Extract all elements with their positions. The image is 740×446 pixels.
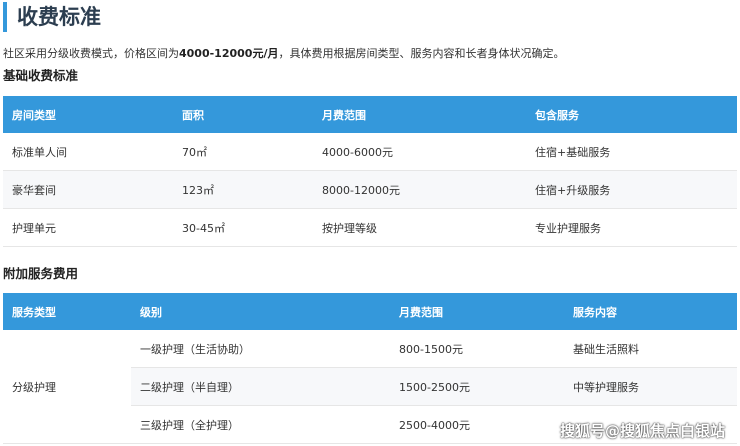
cell: 4000-6000元 xyxy=(313,133,526,171)
cell: 8000-12000元 xyxy=(313,170,526,209)
watermark: 搜狐号@搜狐焦点白银站 xyxy=(560,422,726,440)
table-row: 护理单元 30-45㎡ 按护理等级 专业护理服务 xyxy=(3,208,737,247)
table-header: 房间类型 面积 月费范围 包含服务 xyxy=(3,96,737,133)
cell: 专业护理服务 xyxy=(526,208,737,247)
col-header: 面积 xyxy=(173,96,313,133)
cell: 2500-4000元 xyxy=(390,405,564,444)
table-row: 分级护理 一级护理（生活协助） 800-1500元 基础生活照料 xyxy=(3,330,737,444)
cell: 123㎡ xyxy=(173,170,313,209)
cell: 住宿+基础服务 xyxy=(526,133,737,171)
cell: 三级护理（全护理） xyxy=(131,405,390,444)
cell: 一级护理（生活协助） xyxy=(131,330,390,368)
cell: 按护理等级 xyxy=(313,208,526,247)
page-title: 收费标准 xyxy=(3,2,101,32)
cell: 豪华套间 xyxy=(3,170,173,209)
price-range: 4000-12000元/月 xyxy=(179,47,279,60)
desc-text: 社区采用分级收费模式，价格区间为 xyxy=(3,47,179,60)
col-header: 服务类型 xyxy=(3,293,131,330)
col-header: 包含服务 xyxy=(526,96,737,133)
group-cell: 分级护理 xyxy=(3,330,131,444)
col-header: 月费范围 xyxy=(313,96,526,133)
cell: 标准单人间 xyxy=(3,133,173,171)
cell: 基础生活照料 xyxy=(564,330,737,368)
col-header: 服务内容 xyxy=(564,293,737,330)
basic-fee-table: 房间类型 面积 月费范围 包含服务 标准单人间 70㎡ 4000-6000元 住宿+基… xyxy=(3,96,737,247)
table-row: 豪华套间 123㎡ 8000-12000元 住宿+升级服务 xyxy=(3,170,737,209)
cell: 800-1500元 xyxy=(390,330,564,368)
basic-fee-heading: 基础收费标准 xyxy=(3,68,79,83)
cell: 住宿+升级服务 xyxy=(526,170,737,209)
cell: 护理单元 xyxy=(3,208,173,247)
col-header: 月费范围 xyxy=(390,293,564,330)
extra-fee-heading: 附加服务费用 xyxy=(3,266,79,281)
cell: 70㎡ xyxy=(173,133,313,171)
cell: 30-45㎡ xyxy=(173,208,313,247)
col-header: 级别 xyxy=(131,293,390,330)
cell: 1500-2500元 xyxy=(390,367,564,406)
table-row: 标准单人间 70㎡ 4000-6000元 住宿+基础服务 xyxy=(3,133,737,171)
desc-text-end: ，具体费用根据房间类型、服务内容和长者身体状况确定。 xyxy=(278,47,565,60)
col-header: 房间类型 xyxy=(3,96,173,133)
cell: 中等护理服务 xyxy=(564,367,737,406)
cell: 二级护理（半自理） xyxy=(131,367,390,406)
description: 社区采用分级收费模式，价格区间为4000-12000元/月，具体费用根据房间类型… xyxy=(3,46,564,62)
table-header: 服务类型 级别 月费范围 服务内容 xyxy=(3,293,737,330)
